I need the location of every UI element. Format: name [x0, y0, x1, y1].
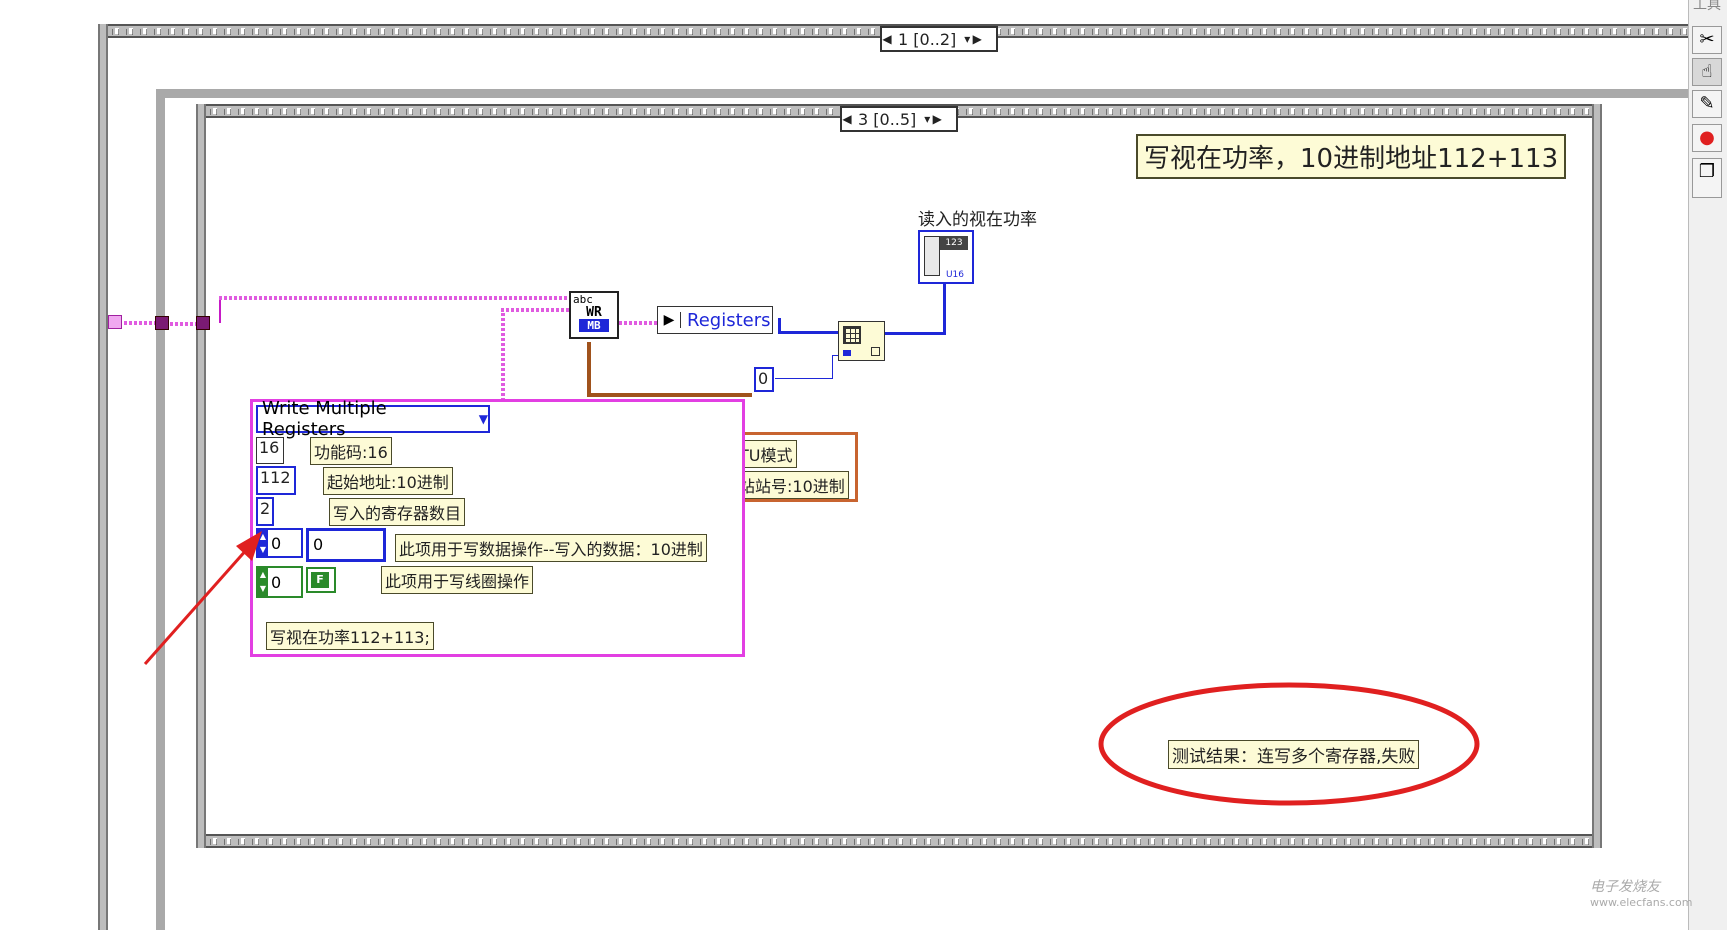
annotation-overlay: [143, 531, 1480, 806]
auto-tool-icon[interactable]: ✂: [1692, 26, 1722, 54]
palette-header: 工具: [1693, 0, 1721, 13]
wire-tool-icon[interactable]: ✎: [1692, 90, 1722, 118]
annotation-arrow-line: [143, 547, 250, 665]
breakpoint-icon[interactable]: ●: [1692, 124, 1722, 152]
color-tool-icon[interactable]: ❐: [1692, 158, 1722, 198]
watermark: 电子发烧友 www.elecfans.com: [1590, 880, 1692, 910]
watermark-line-2: www.elecfans.com: [1590, 896, 1693, 909]
operate-hand-icon[interactable]: ☝: [1692, 58, 1722, 86]
result-comment: 测试结果：连写多个寄存器,失败: [1168, 740, 1420, 769]
watermark-line-1: 电子发烧友: [1590, 879, 1660, 895]
